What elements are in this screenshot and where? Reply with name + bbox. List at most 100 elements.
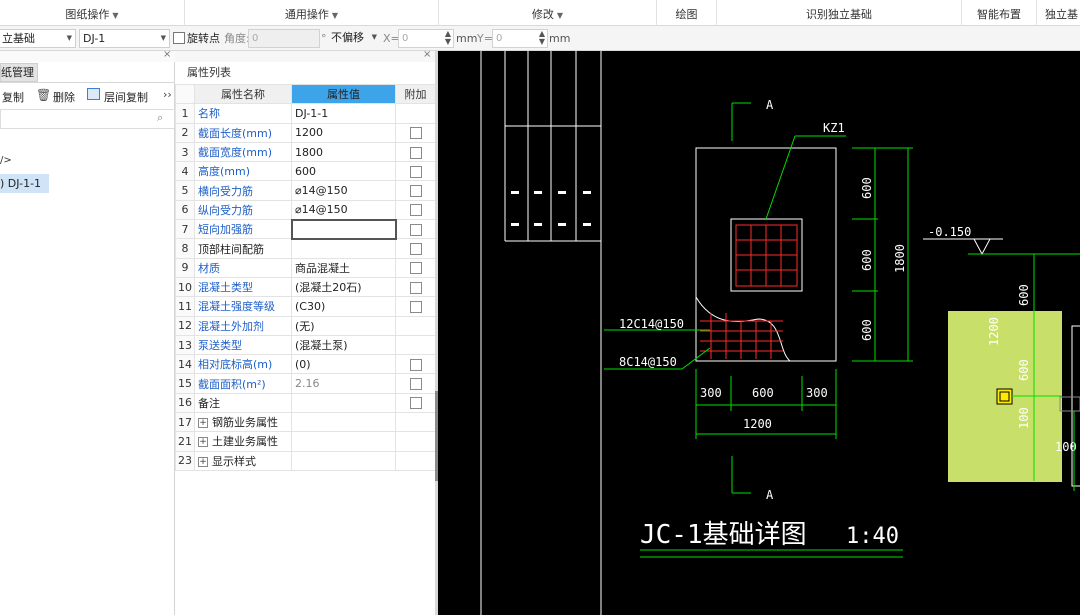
close-icon[interactable]: ×: [423, 49, 431, 60]
expand-icon[interactable]: +: [198, 418, 208, 429]
add-checkbox[interactable]: [409, 262, 422, 275]
offset-mode-select[interactable]: 不偏移 ▼: [328, 29, 380, 48]
property-value[interactable]: (0): [291, 354, 396, 375]
table-row[interactable]: 1 名称 DJ-1-1: [175, 103, 436, 124]
angle-input[interactable]: 0: [248, 29, 320, 48]
grip-marker-icon[interactable]: [996, 388, 1013, 405]
row-index: 10: [175, 276, 195, 298]
copy-layers-icon[interactable]: [87, 88, 100, 100]
add-cell: [395, 199, 436, 221]
element-name-select[interactable]: DJ-1 ▼: [79, 29, 170, 48]
table-row[interactable]: 13 泵送类型 (混凝土泵): [175, 334, 436, 356]
tab-drawing-management[interactable]: 纸管理: [0, 63, 38, 82]
add-cell: [395, 315, 436, 336]
property-name: 短向加强筋: [194, 219, 292, 240]
group-label: 钢筋业务属性: [212, 416, 278, 430]
table-row[interactable]: 4 高度(mm) 600: [175, 161, 436, 182]
expand-icon[interactable]: +: [198, 437, 208, 448]
row-index: 2: [175, 122, 195, 143]
property-value[interactable]: [291, 392, 396, 414]
property-value[interactable]: 商品混凝土: [291, 257, 396, 278]
property-value[interactable]: [291, 450, 396, 471]
property-value[interactable]: ⌀14@150: [291, 180, 396, 201]
add-checkbox[interactable]: [409, 204, 422, 217]
table-row[interactable]: 9 材质 商品混凝土: [175, 257, 436, 278]
table-row[interactable]: 2 截面长度(mm) 1200: [175, 122, 436, 143]
property-value[interactable]: ⌀14@150: [291, 199, 396, 221]
row-index: 6: [175, 199, 195, 221]
add-checkbox[interactable]: [409, 146, 422, 159]
table-row[interactable]: 8 顶部柱间配筋: [175, 238, 436, 259]
add-checkbox[interactable]: [409, 358, 422, 371]
menu-general-ops[interactable]: 通用操作 ▼: [185, 0, 439, 26]
table-row[interactable]: 17 + 钢筋业务属性: [175, 412, 436, 433]
trash-icon[interactable]: 🗑: [36, 88, 51, 102]
more-icon[interactable]: ››: [163, 88, 172, 101]
table-row[interactable]: 7 短向加强筋: [175, 218, 436, 240]
row-index: 11: [175, 296, 195, 317]
property-value[interactable]: (无): [291, 315, 396, 336]
property-value[interactable]: (C30): [291, 296, 396, 317]
property-value[interactable]: (混凝土20石): [291, 276, 396, 298]
add-checkbox[interactable]: [409, 127, 422, 140]
table-row[interactable]: 3 截面宽度(mm) 1800: [175, 141, 436, 163]
add-cell: [395, 412, 436, 433]
panel-title-strip: [0, 51, 175, 62]
close-icon[interactable]: ×: [163, 49, 171, 60]
y-label: Y=: [477, 32, 493, 45]
menu-smart-layout[interactable]: 智能布置: [962, 0, 1037, 26]
tree-item-dj-1-1[interactable]: ) DJ-1-1: [0, 174, 49, 193]
floor-copy-button[interactable]: 层间复制: [104, 89, 148, 105]
add-checkbox[interactable]: [409, 243, 422, 256]
property-value[interactable]: [291, 238, 396, 259]
property-value[interactable]: [291, 431, 396, 452]
table-row[interactable]: 11 混凝土强度等级 (C30): [175, 296, 436, 317]
table-row[interactable]: 12 混凝土外加剂 (无): [175, 315, 436, 336]
property-value[interactable]: 2.16: [291, 373, 396, 394]
add-checkbox[interactable]: [409, 223, 422, 236]
x-input[interactable]: 0 ▲ ▼: [398, 29, 454, 48]
table-row[interactable]: 14 相对底标高(m) (0): [175, 354, 436, 375]
property-value[interactable]: 600: [291, 161, 396, 182]
table-row[interactable]: 21 + 土建业务属性: [175, 431, 436, 452]
table-row[interactable]: 23 + 显示样式: [175, 450, 436, 471]
cad-canvas[interactable]: A KZ1 12C14@150 8C14@150 600 600 600 180…: [438, 51, 1080, 615]
property-value[interactable]: [290, 218, 397, 240]
rotate-point-checkbox[interactable]: [173, 32, 185, 44]
add-checkbox[interactable]: [409, 185, 422, 198]
add-checkbox[interactable]: [409, 378, 422, 391]
add-cell: [395, 296, 436, 317]
menu-draw[interactable]: 绘图: [657, 0, 717, 26]
search-icon[interactable]: ⌕: [157, 111, 163, 125]
property-value[interactable]: [291, 412, 396, 433]
tree-parent-node[interactable]: />: [0, 155, 12, 166]
property-value[interactable]: 1800: [291, 141, 396, 163]
spinner-icon[interactable]: ▲ ▼: [445, 30, 451, 46]
property-value[interactable]: 1200: [291, 122, 396, 143]
menu-identify-foundation[interactable]: 识别独立基础: [717, 0, 962, 26]
menu-drawing-ops[interactable]: 图纸操作 ▼: [0, 0, 185, 26]
property-value[interactable]: DJ-1-1: [291, 103, 396, 124]
add-checkbox[interactable]: [409, 300, 422, 313]
search-input[interactable]: [0, 109, 175, 129]
copy-button[interactable]: 复制: [2, 89, 24, 105]
menu-modify[interactable]: 修改 ▼: [439, 0, 657, 26]
expand-icon[interactable]: +: [198, 456, 208, 467]
top-menu: 图纸操作 ▼ 通用操作 ▼ 修改 ▼ 绘图 识别独立基础 智能布置 独立基: [0, 0, 1080, 26]
menu-independent-foundation[interactable]: 独立基: [1037, 0, 1080, 26]
add-checkbox[interactable]: [409, 397, 422, 410]
spinner-icon[interactable]: ▲ ▼: [539, 30, 545, 46]
table-row[interactable]: 10 混凝土类型 (混凝土20石): [175, 276, 436, 298]
add-checkbox[interactable]: [409, 281, 422, 294]
y-input[interactable]: 0 ▲ ▼: [492, 29, 548, 48]
delete-button[interactable]: 删除: [53, 89, 75, 105]
add-checkbox[interactable]: [409, 165, 422, 178]
table-row[interactable]: 5 横向受力筋 ⌀14@150: [175, 180, 436, 201]
table-row[interactable]: 6 纵向受力筋 ⌀14@150: [175, 199, 436, 221]
header-index: [175, 83, 195, 105]
select-value: 不偏移: [331, 31, 364, 44]
table-row[interactable]: 16 备注: [175, 392, 436, 414]
element-type-select[interactable]: 立基础 ▼: [0, 29, 76, 48]
property-value[interactable]: (混凝土泵): [291, 334, 396, 356]
table-row[interactable]: 15 截面面积(m²) 2.16: [175, 373, 436, 394]
